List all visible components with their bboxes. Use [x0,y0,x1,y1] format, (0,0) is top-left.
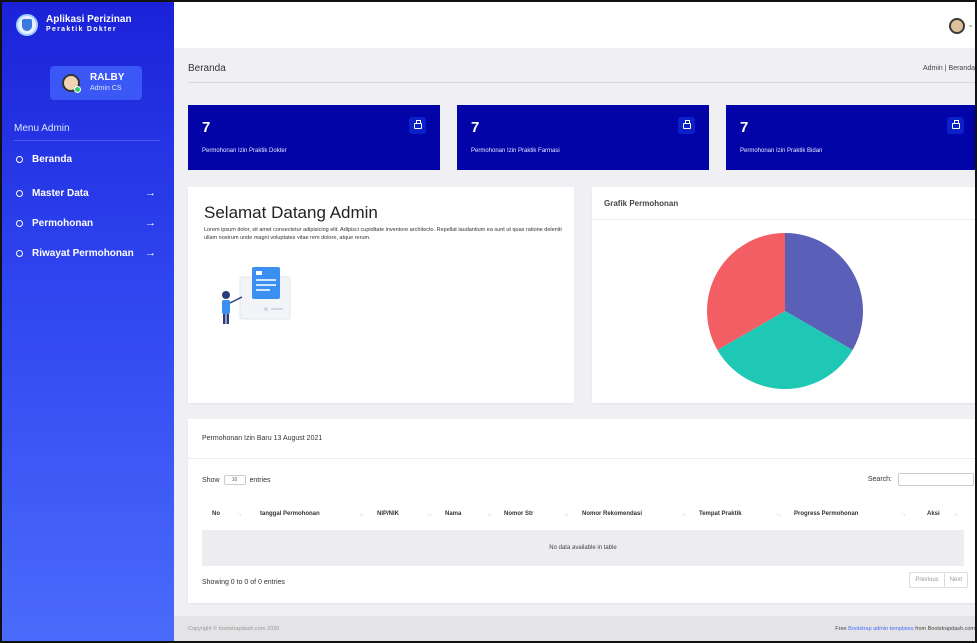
avatar [62,74,81,93]
brand-logo-icon [16,14,38,36]
stat-label: Permohonan Izin Praktik Bidan [740,148,823,154]
arrow-right-icon: → [145,187,156,199]
table-divider [188,458,975,459]
footer-credit-link[interactable]: Bootstrap admin templates [848,626,913,632]
sort-icon[interactable]: ↑↓ [487,512,492,518]
table-title: Permohonan Izin Baru 13 August 2021 [202,435,323,442]
main-content: Beranda Admin | Beranda 7 Permohonan Izi… [174,48,975,641]
table-info: Showing 0 to 0 of 0 entries [202,579,285,586]
title-divider [188,82,975,83]
sort-icon[interactable]: ↑↓ [564,512,569,518]
page-title: Beranda [188,63,226,74]
column-header-progress[interactable]: Progress Permohonan [794,511,858,517]
welcome-text: Lorem ipsum dolor, sit amet consectetur … [204,227,562,241]
chevron-down-icon[interactable]: ⌄ [967,20,974,29]
sidebar-item-label: Master Data [32,187,89,199]
topbar: ⌄ [174,2,975,48]
entries-select[interactable]: 10 [223,475,246,485]
column-header-nomor-rekomendasi[interactable]: Nomor Rekomendasi [582,511,642,517]
sidebar-item-riwayat-permohonan[interactable]: Riwayat Permohonan → [16,244,162,262]
column-header-tempat-praktik[interactable]: Tempat Praktik [699,511,742,517]
sort-icon[interactable]: ↑↓ [359,512,364,518]
user-card[interactable]: RALBY Admin CS [50,66,142,100]
sort-icon[interactable]: ↑↓ [776,512,781,518]
circle-icon [16,249,23,257]
stat-value: 7 [740,119,749,136]
show-label: Show [202,476,220,484]
online-status-icon [74,86,81,93]
brand-title: Aplikasi Perizinan [46,14,132,25]
chart-panel: Grafik Permohonan [592,187,975,403]
menu-divider [14,140,160,141]
chart-divider [592,219,975,220]
stat-card-farmasi[interactable]: 7 Permohonan Izin Praktik Farmasi [457,105,709,170]
column-header-nip[interactable]: NIP/NIK [377,511,399,517]
column-header-no[interactable]: No [212,511,220,517]
user-name: RALBY [90,72,125,83]
sidebar: Aplikasi Perizinan Peraktik Dokter RALBY… [2,2,174,641]
stat-card-bidan[interactable]: 7 Permohonan Izin Praktik Bidan [726,105,975,170]
pagination: Previous Next [909,572,968,588]
column-header-aksi[interactable]: Aksi [927,511,940,517]
sort-icon[interactable]: ↑↓ [954,512,959,518]
app-window: Aplikasi Perizinan Peraktik Dokter RALBY… [0,0,977,643]
sort-icon[interactable]: ↑↓ [682,512,687,518]
breadcrumb[interactable]: Admin | Beranda [923,65,975,72]
sort-icon[interactable]: ↑↓ [901,512,906,518]
footer-credit: Free Bootstrap admin templates from Boot… [835,626,975,632]
briefcase-icon[interactable] [947,117,964,134]
welcome-title: Selamat Datang Admin [204,203,378,222]
briefcase-icon[interactable] [409,117,426,134]
column-header-nomor-str[interactable]: Nomor Str [504,511,533,517]
circle-icon [16,189,23,197]
arrow-right-icon: → [145,247,156,259]
footer-copyright: Copyright © bootstrapdash.com 2020 [188,626,280,632]
column-header-tanggal[interactable]: tanggal Permohonan [260,511,320,517]
sidebar-item-master-data[interactable]: Master Data → [16,184,162,202]
sidebar-item-beranda[interactable]: Beranda [16,150,162,168]
sidebar-item-label: Permohonan [32,217,94,229]
brand[interactable]: Aplikasi Perizinan Peraktik Dokter [2,2,174,48]
next-button[interactable]: Next [943,573,967,587]
sort-icon[interactable]: ↑↓ [427,512,432,518]
table-panel: Permohonan Izin Baru 13 August 2021 Show… [188,419,975,603]
stat-value: 7 [202,119,211,136]
table-header: No ↑↓ tanggal Permohonan ↑↓ NIP/NIK ↑↓ N… [202,511,964,529]
chart-title: Grafik Permohonan [604,199,679,208]
pie-chart [707,233,863,389]
sidebar-item-permohonan[interactable]: Permohonan → [16,214,162,232]
footer-credit-suffix: from Bootstrapdash.com [915,626,975,632]
stat-value: 7 [471,119,480,136]
welcome-panel: Selamat Datang Admin Lorem ipsum dolor, … [188,187,574,403]
footer: Copyright © bootstrapdash.com 2020 Free … [174,616,975,641]
circle-icon [16,219,23,227]
search-label: Search: [867,476,892,483]
previous-button[interactable]: Previous [910,573,943,587]
sort-icon[interactable]: ↑↓ [237,512,242,518]
arrow-right-icon: → [145,217,156,229]
footer-credit-prefix: Free [835,626,847,632]
brand-subtitle: Peraktik Dokter [46,26,117,33]
briefcase-icon[interactable] [678,117,695,134]
table-empty-row: No data available in table [202,530,964,566]
user-role: Admin CS [90,85,122,92]
search-input[interactable] [898,473,974,486]
menu-header: Menu Admin [14,123,70,134]
stat-card-dokter[interactable]: 7 Permohonan Izin Praktik Dokter [188,105,440,170]
column-header-nama[interactable]: Nama [445,511,461,517]
entries-label: entries [249,476,271,484]
entries-length: Show 10 entries [202,475,271,485]
stat-label: Permohonan Izin Praktik Farmasi [471,148,560,154]
circle-icon [16,155,23,163]
sidebar-item-label: Beranda [32,153,73,165]
profile-avatar[interactable] [949,18,965,34]
presentation-illustration-icon [222,267,291,324]
stat-label: Permohonan Izin Praktik Dokter [202,148,287,154]
sidebar-item-label: Riwayat Permohonan [32,247,134,259]
